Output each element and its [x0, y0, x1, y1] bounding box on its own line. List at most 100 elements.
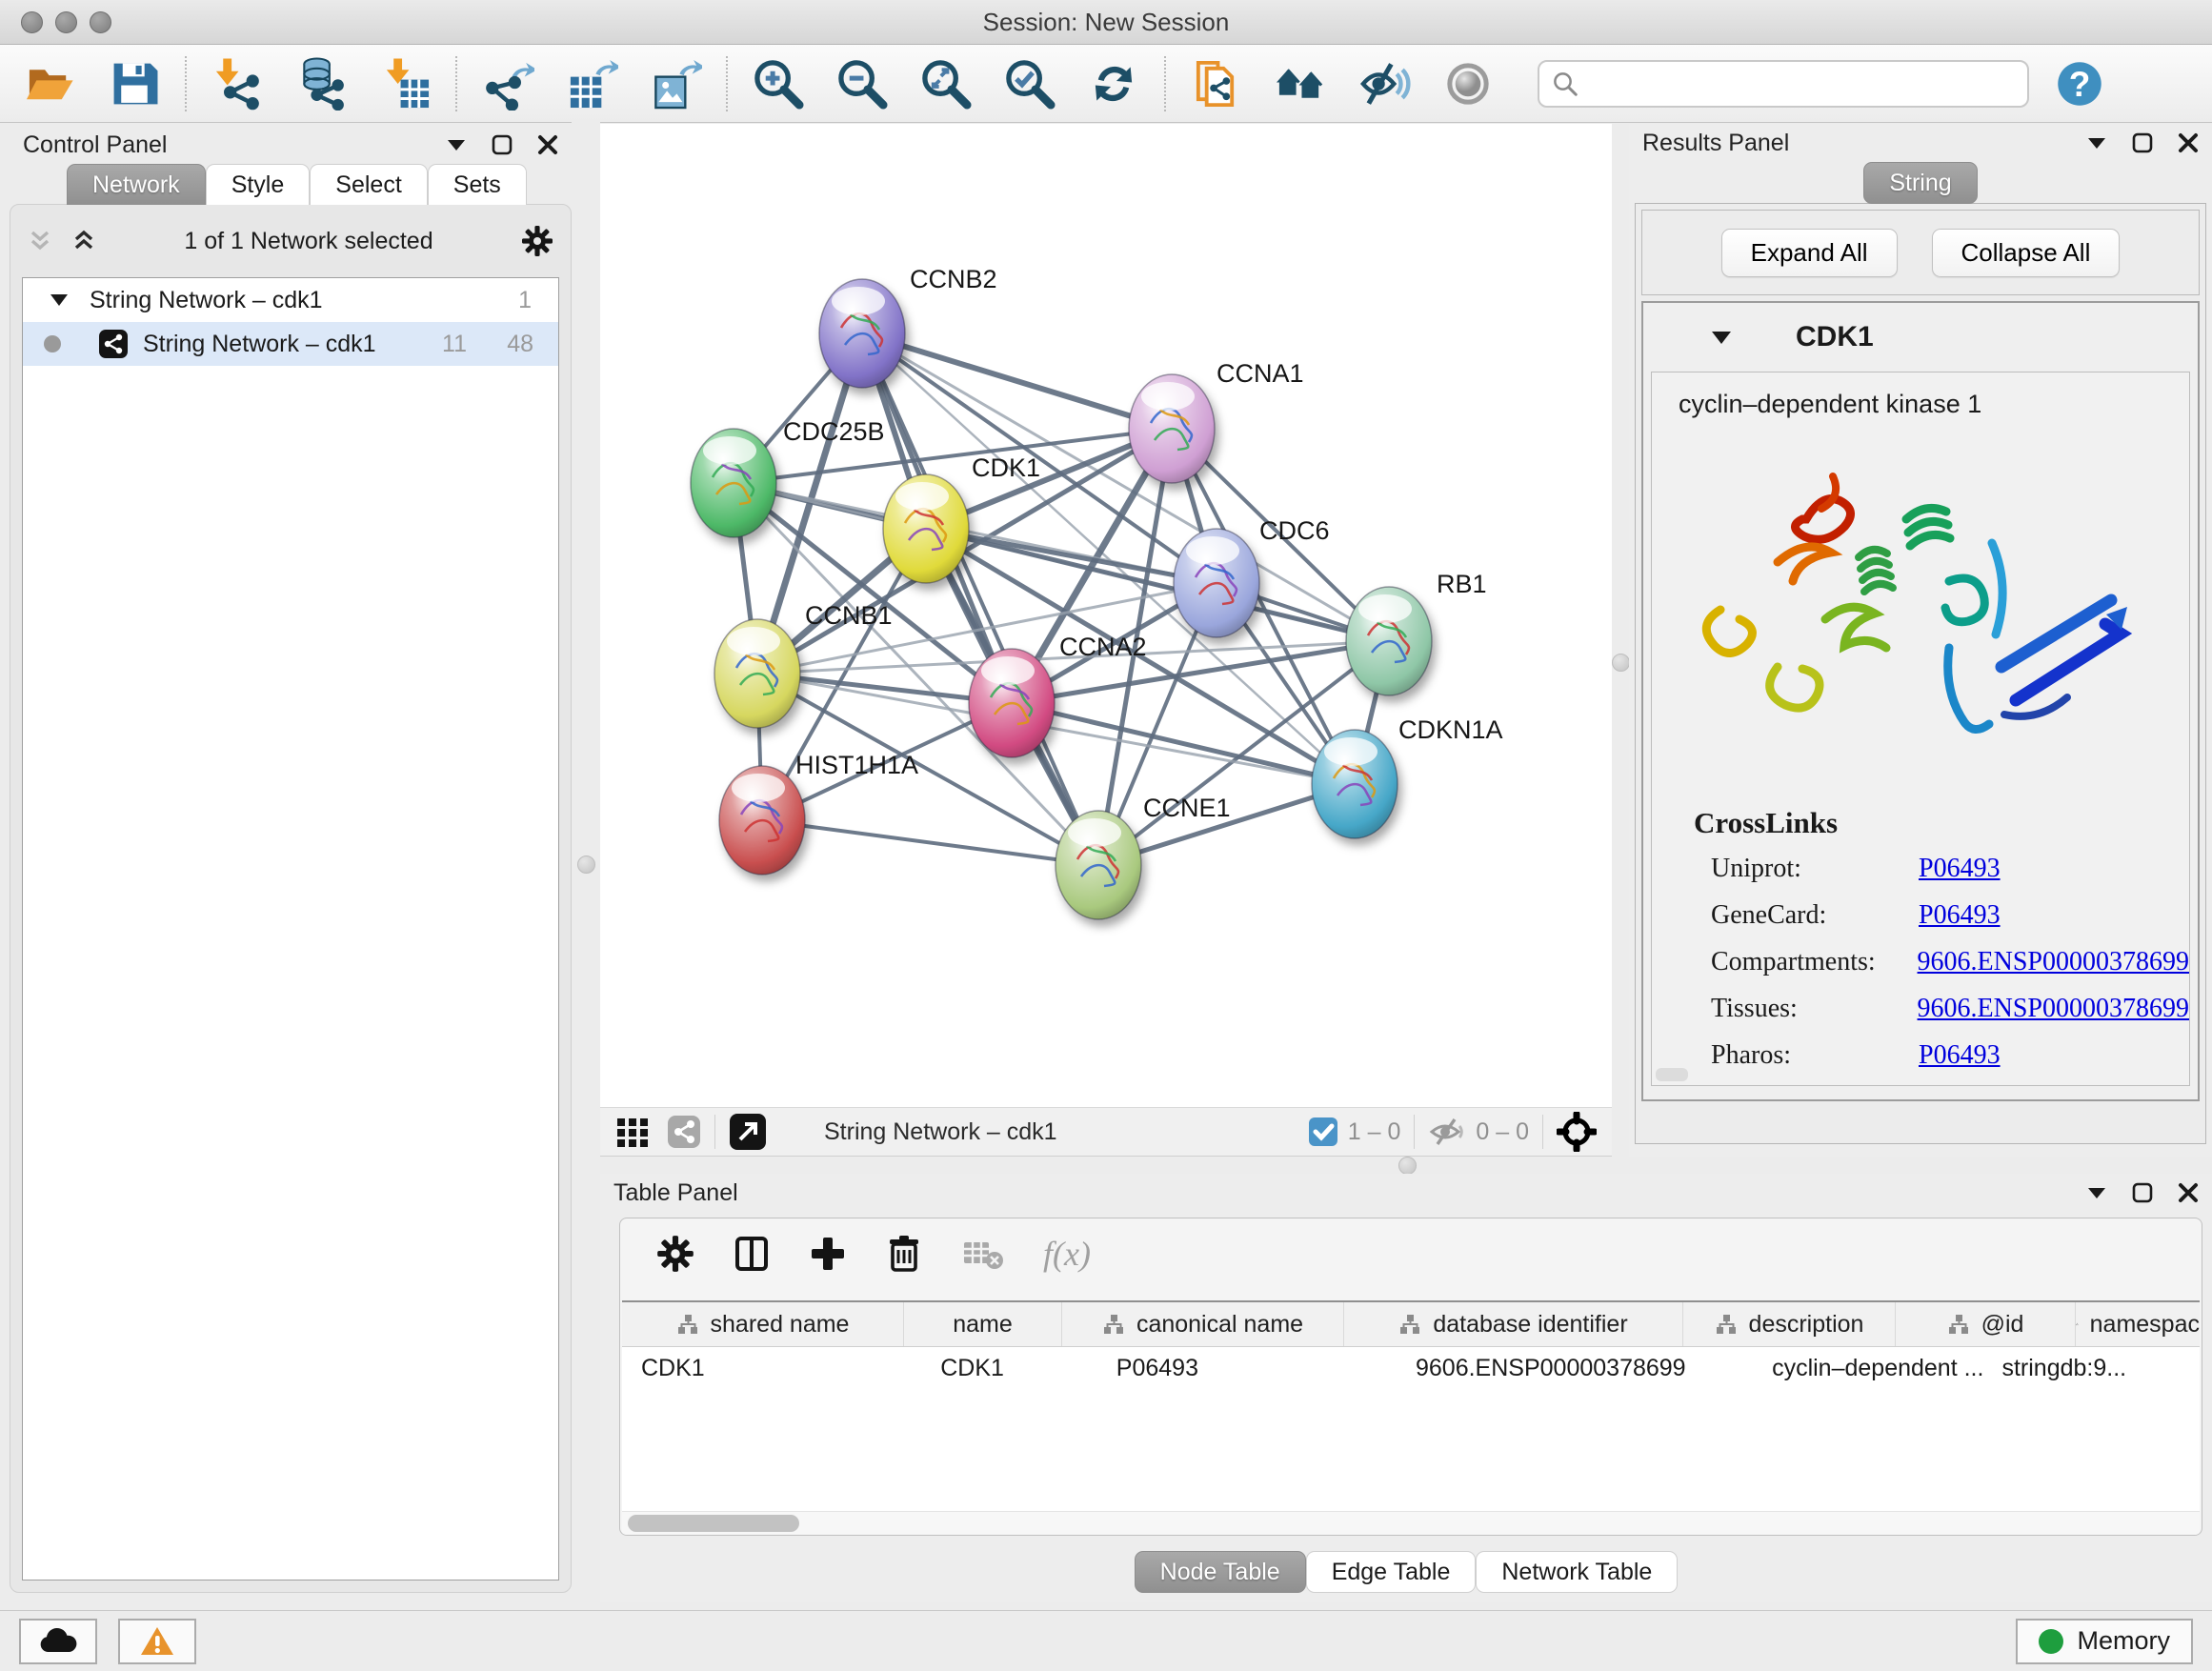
network-node-CCNA1[interactable] — [1129, 374, 1215, 483]
node-label-CCNA2: CCNA2 — [1059, 633, 1147, 661]
collapse-all-button[interactable]: Collapse All — [1932, 229, 2121, 277]
selected-checkbox-icon[interactable] — [1308, 1117, 1338, 1147]
expand-all-button[interactable]: Expand All — [1721, 229, 1898, 277]
crosslink-tissues[interactable]: 9606.ENSP00000378699 — [1918, 994, 2189, 1024]
tab-select[interactable]: Select — [310, 164, 427, 205]
zoom-in-icon[interactable] — [749, 54, 808, 113]
tab-string[interactable]: String — [1863, 162, 1977, 204]
level-of-detail-icon[interactable] — [1438, 54, 1498, 113]
zoom-out-icon[interactable] — [833, 54, 892, 113]
import-table-icon[interactable] — [375, 54, 434, 113]
collection-expander-icon[interactable] — [50, 293, 69, 307]
export-table-icon[interactable] — [562, 54, 621, 113]
column-header[interactable]: description — [1683, 1302, 1896, 1346]
collapse-all-icon[interactable] — [28, 229, 52, 253]
search-field[interactable] — [1538, 60, 2029, 108]
network-node-count: 11 — [442, 331, 467, 358]
table-row[interactable]: CDK1 CDK1 P06493 9606.ENSP00000378699 cy… — [622, 1347, 2200, 1389]
grid-view-icon[interactable] — [615, 1115, 650, 1149]
help-icon[interactable]: ? — [2050, 54, 2109, 113]
column-header[interactable]: shared name — [622, 1302, 904, 1346]
network-node-CDK1[interactable] — [883, 474, 969, 583]
crosslink-uniprot[interactable]: P06493 — [1919, 854, 2001, 884]
network-node-RB1[interactable] — [1346, 587, 1432, 695]
panel-close-icon[interactable] — [2178, 132, 2199, 153]
node-table: shared name name canonical name database… — [622, 1300, 2200, 1512]
crosslink-compartments[interactable]: 9606.ENSP00000378699 — [1918, 947, 2189, 977]
column-header[interactable]: name — [904, 1302, 1062, 1346]
tab-edge-table[interactable]: Edge Table — [1306, 1551, 1477, 1593]
panel-close-icon[interactable] — [2178, 1182, 2199, 1203]
window-controls[interactable] — [21, 11, 111, 33]
crosslink-pharos[interactable]: P06493 — [1919, 1040, 2001, 1071]
gear-icon[interactable] — [521, 225, 553, 257]
network-node-CCNA2[interactable] — [969, 649, 1055, 757]
section-expander-icon[interactable] — [1710, 330, 1733, 345]
import-network-database-icon[interactable] — [292, 54, 351, 113]
network-view-title: String Network – cdk1 — [824, 1118, 1057, 1146]
table-horizontal-scrollbar[interactable] — [622, 1511, 2200, 1535]
column-header[interactable]: database identifier — [1344, 1302, 1683, 1346]
tab-network[interactable]: Network — [67, 164, 206, 205]
open-session-icon[interactable] — [21, 54, 80, 113]
search-input[interactable] — [1579, 70, 1993, 98]
column-header[interactable]: namespac — [2076, 1302, 2200, 1346]
horizontal-splitter[interactable] — [600, 1155, 2212, 1174]
column-header[interactable]: @id — [1896, 1302, 2076, 1346]
panel-menu-icon[interactable] — [2086, 136, 2107, 150]
network-node-HIST1H1A[interactable] — [719, 766, 805, 875]
tab-node-table[interactable]: Node Table — [1135, 1551, 1306, 1593]
zoom-fit-icon[interactable] — [916, 54, 975, 113]
export-image-icon[interactable] — [646, 54, 705, 113]
window-minimize-button[interactable] — [55, 11, 77, 33]
delete-column-icon[interactable] — [885, 1235, 923, 1273]
detach-view-icon[interactable] — [729, 1113, 767, 1151]
panel-float-icon[interactable] — [2132, 132, 2153, 153]
panel-close-icon[interactable] — [537, 134, 558, 155]
panel-float-icon[interactable] — [492, 134, 513, 155]
selected-count: 1 – 0 — [1348, 1118, 1401, 1146]
network-view-icon[interactable] — [667, 1115, 701, 1149]
tab-sets[interactable]: Sets — [428, 164, 527, 205]
memory-button[interactable]: Memory — [2016, 1619, 2193, 1664]
show-columns-icon[interactable] — [733, 1235, 771, 1273]
network-collection-row[interactable]: String Network – cdk1 1 — [23, 278, 558, 322]
tab-style[interactable]: Style — [206, 164, 311, 205]
export-network-icon[interactable] — [478, 54, 537, 113]
save-session-icon[interactable] — [105, 54, 164, 113]
tab-network-table[interactable]: Network Table — [1476, 1551, 1678, 1593]
crosslink-genecard[interactable]: P06493 — [1919, 900, 2001, 931]
right-splitter[interactable] — [1612, 124, 1629, 1157]
left-splitter[interactable] — [572, 122, 600, 1157]
refresh-layout-icon[interactable] — [1084, 54, 1143, 113]
add-column-icon[interactable] — [809, 1235, 847, 1273]
network-canvas[interactable]: CCNB2CCNA1CDC25BCDK1CDC6RB1CCNB1CCNA2CDK… — [600, 124, 1612, 1107]
network-overview-icon[interactable] — [1271, 54, 1330, 113]
protein-structure-image — [1652, 429, 2189, 781]
panel-menu-icon[interactable] — [2086, 1186, 2107, 1199]
network-row[interactable]: String Network – cdk1 11 48 — [23, 322, 558, 366]
panel-menu-icon[interactable] — [446, 138, 467, 151]
results-scrollbar-thumb[interactable] — [1656, 1068, 1688, 1081]
import-network-file-icon[interactable] — [208, 54, 267, 113]
window-close-button[interactable] — [21, 11, 43, 33]
zoom-selected-icon[interactable] — [1000, 54, 1059, 113]
network-node-CDC6[interactable] — [1174, 529, 1259, 637]
search-icon — [1551, 70, 1579, 98]
network-node-CCNB1[interactable] — [714, 619, 800, 728]
cloud-button[interactable] — [19, 1619, 97, 1664]
network-node-CCNE1[interactable] — [1056, 811, 1141, 919]
network-node-CCNB2[interactable] — [819, 279, 905, 388]
table-gear-icon[interactable] — [656, 1235, 694, 1273]
gene-description: cyclin–dependent kinase 1 — [1652, 372, 2189, 419]
expand-all-icon[interactable] — [71, 229, 96, 253]
show-graphics-details-icon[interactable] — [1355, 54, 1414, 113]
fit-selected-crosshair-icon[interactable] — [1557, 1112, 1597, 1152]
network-node-CDC25B[interactable] — [691, 429, 776, 537]
network-node-CDKN1A[interactable] — [1312, 730, 1398, 838]
column-header[interactable]: canonical name — [1062, 1302, 1344, 1346]
clone-network-icon[interactable] — [1187, 54, 1246, 113]
warning-button[interactable] — [118, 1619, 196, 1664]
panel-float-icon[interactable] — [2132, 1182, 2153, 1203]
window-zoom-button[interactable] — [90, 11, 111, 33]
